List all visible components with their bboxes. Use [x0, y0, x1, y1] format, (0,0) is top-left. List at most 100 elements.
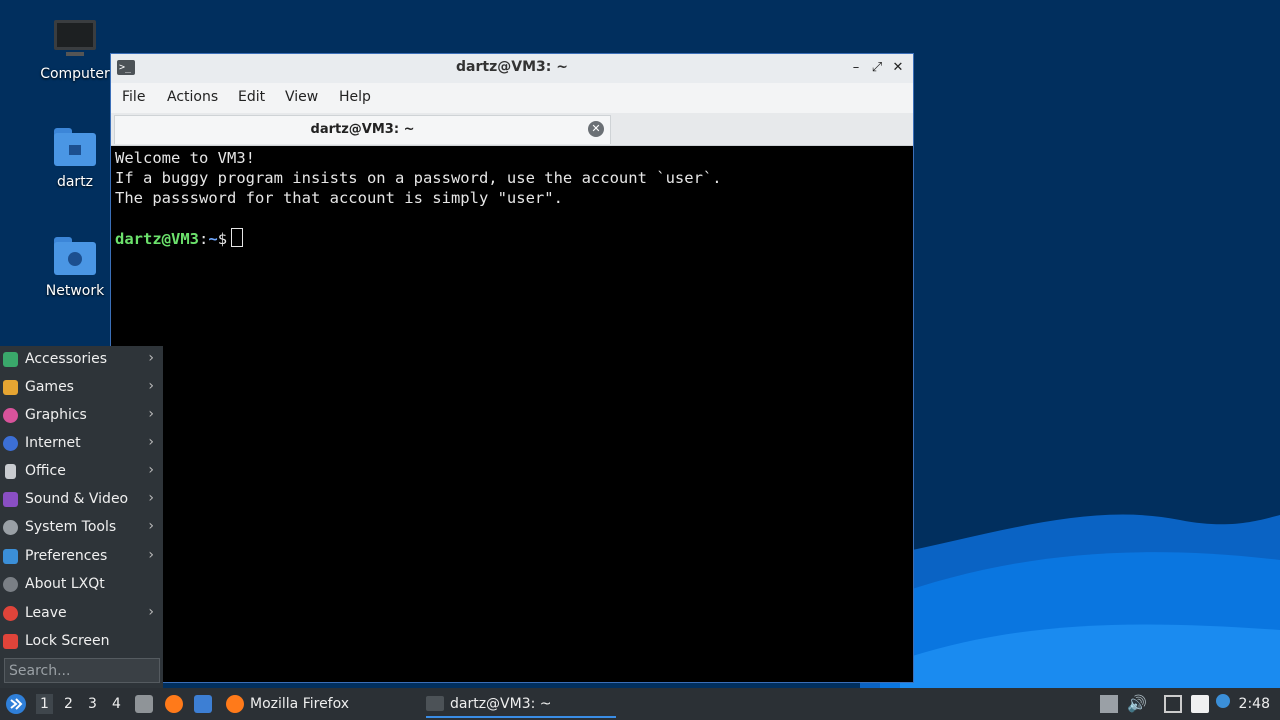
- window-title: dartz@VM3: ~: [456, 59, 568, 75]
- terminal-line: Welcome to VM3!: [115, 149, 255, 167]
- task-terminal[interactable]: dartz@VM3: ~: [426, 692, 616, 718]
- terminal-prompt: dartz@VM3:~$: [115, 228, 910, 248]
- network-tray-icon[interactable]: [1164, 695, 1182, 713]
- menu-item-label: Office: [25, 463, 66, 479]
- menu-item-label: Preferences: [25, 548, 108, 564]
- tab-bar: dartz@VM3: ~ ✕: [111, 113, 913, 146]
- preferences-icon: [3, 549, 18, 564]
- home-folder-icon: [54, 128, 96, 168]
- workspace-1[interactable]: 1: [36, 694, 53, 714]
- task-firefox[interactable]: Mozilla Firefox: [226, 692, 416, 718]
- terminal-tab[interactable]: dartz@VM3: ~ ✕: [114, 115, 611, 144]
- desktop-icon-computer[interactable]: Computer: [30, 20, 120, 82]
- application-menu: Accessories › Games › Graphics › Interne…: [0, 346, 163, 688]
- prompt-user: dartz@VM3: [115, 230, 199, 248]
- menu-item-about-lxqt[interactable]: About LXQt: [0, 571, 163, 599]
- menu-item-label: Games: [25, 379, 74, 395]
- chevron-right-icon: ›: [148, 490, 154, 506]
- chevron-right-icon: ›: [148, 547, 154, 563]
- chevron-right-icon: ›: [148, 350, 154, 366]
- lxqt-start-icon[interactable]: [5, 693, 27, 715]
- internet-icon: [3, 436, 18, 451]
- firefox-icon: [226, 695, 244, 713]
- firefox-icon[interactable]: [165, 695, 183, 713]
- menu-actions[interactable]: Actions: [167, 89, 218, 105]
- terminal-output[interactable]: Welcome to VM3! If a buggy program insis…: [114, 146, 910, 679]
- tray-up-arrow-icon[interactable]: [1100, 695, 1118, 713]
- graphics-icon: [3, 408, 18, 423]
- menu-search-input[interactable]: [4, 658, 160, 683]
- workspace-2[interactable]: 2: [64, 696, 73, 712]
- desktop-icon-label: Network: [45, 283, 105, 299]
- menu-item-label: System Tools: [25, 519, 117, 535]
- volume-icon[interactable]: 🔊: [1127, 695, 1147, 713]
- terminal-window[interactable]: >_ dartz@VM3: ~ – ⤢ ✕ File Actions Edit …: [110, 53, 914, 683]
- menu-file[interactable]: File: [122, 89, 145, 105]
- info-icon: [3, 577, 18, 592]
- menu-item-label: Internet: [25, 435, 81, 451]
- tab-close-icon[interactable]: ✕: [588, 121, 604, 137]
- chevron-right-icon: ›: [148, 406, 154, 422]
- computer-icon: [54, 20, 96, 60]
- clock[interactable]: 2:48: [1239, 696, 1270, 712]
- close-button[interactable]: ✕: [889, 58, 907, 78]
- menubar: File Actions Edit View Help: [111, 83, 913, 113]
- accessories-icon: [3, 352, 18, 367]
- file-manager-icon[interactable]: [135, 695, 153, 713]
- show-desktop-icon[interactable]: [194, 695, 212, 713]
- menu-item-preferences[interactable]: Preferences ›: [0, 543, 163, 571]
- menu-edit[interactable]: Edit: [238, 89, 265, 105]
- chevron-right-icon: ›: [148, 434, 154, 450]
- system-tools-icon: [3, 520, 18, 535]
- chevron-right-icon: ›: [148, 604, 154, 620]
- menu-item-label: About LXQt: [25, 576, 105, 592]
- menu-item-label: Graphics: [25, 407, 87, 423]
- workspace-3[interactable]: 3: [88, 696, 97, 712]
- menu-item-office[interactable]: Office ›: [0, 458, 163, 486]
- menu-item-accessories[interactable]: Accessories ›: [0, 346, 163, 374]
- menu-help[interactable]: Help: [339, 89, 371, 105]
- menu-item-label: Accessories: [25, 351, 108, 367]
- terminal-cursor: [231, 228, 244, 247]
- menu-item-label: Lock Screen: [25, 633, 110, 649]
- menu-item-leave[interactable]: Leave ›: [0, 600, 163, 628]
- chevron-right-icon: ›: [148, 462, 154, 478]
- games-icon: [3, 380, 18, 395]
- network-folder-icon: [54, 237, 96, 277]
- prompt-symbol: $: [217, 230, 228, 248]
- office-icon: [5, 464, 16, 479]
- update-notifier-icon[interactable]: [1216, 694, 1230, 708]
- terminal-line: If a buggy program insists on a password…: [115, 169, 722, 187]
- power-icon: [3, 606, 18, 621]
- menu-item-internet[interactable]: Internet ›: [0, 430, 163, 458]
- prompt-separator: :: [199, 230, 209, 248]
- minimize-button[interactable]: –: [847, 58, 865, 78]
- sound-video-icon: [3, 492, 18, 507]
- desktop-icon-network[interactable]: Network: [30, 237, 120, 299]
- tab-label: dartz@VM3: ~: [310, 122, 415, 137]
- prompt-path: ~: [208, 230, 218, 248]
- task-label: Mozilla Firefox: [250, 696, 350, 712]
- chevron-right-icon: ›: [148, 378, 154, 394]
- window-titlebar[interactable]: >_ dartz@VM3: ~ – ⤢ ✕: [111, 54, 913, 84]
- menu-item-sound-video[interactable]: Sound & Video ›: [0, 486, 163, 514]
- desktop-icon-label: Computer: [40, 66, 110, 82]
- desktop-icon-home-folder[interactable]: dartz: [30, 128, 120, 190]
- maximize-button[interactable]: ⤢: [868, 58, 886, 78]
- menu-item-system-tools[interactable]: System Tools ›: [0, 514, 163, 542]
- menu-item-lock-screen[interactable]: Lock Screen: [0, 628, 163, 656]
- menu-item-graphics[interactable]: Graphics ›: [0, 402, 163, 430]
- workspace-4[interactable]: 4: [112, 696, 121, 712]
- menu-view[interactable]: View: [285, 89, 318, 105]
- clipboard-icon[interactable]: [1191, 695, 1209, 713]
- menu-item-label: Leave: [25, 605, 67, 621]
- terminal-line: The passsword for that account is simply…: [115, 189, 563, 207]
- lock-icon: [3, 634, 18, 649]
- taskbar: 1 2 3 4 Mozilla Firefox dartz@VM3: ~ 🔊 2…: [0, 688, 1280, 720]
- terminal-icon: [426, 696, 444, 711]
- chevron-right-icon: ›: [148, 518, 154, 534]
- menu-item-label: Sound & Video: [25, 491, 129, 507]
- menu-item-games[interactable]: Games ›: [0, 374, 163, 402]
- desktop-icon-label: dartz: [56, 174, 94, 190]
